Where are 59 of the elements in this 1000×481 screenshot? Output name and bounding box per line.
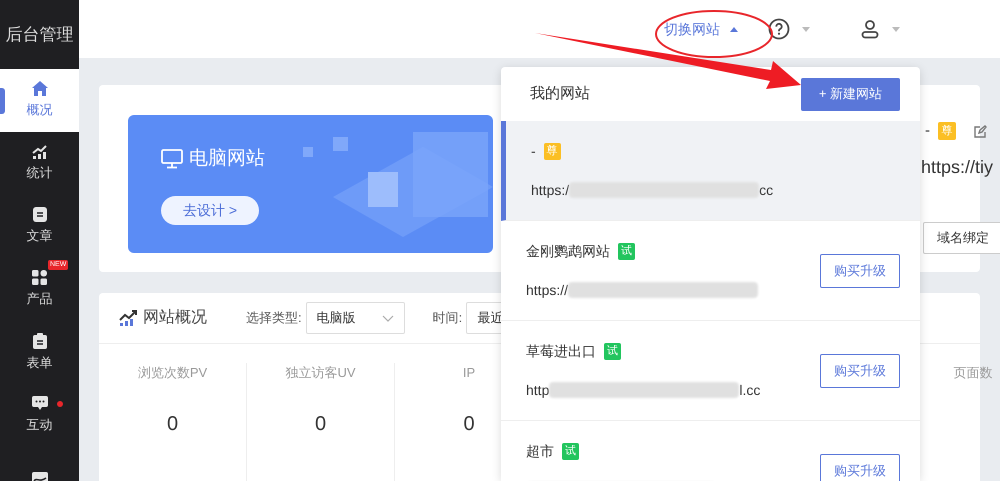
url-text: l.cc <box>739 380 760 400</box>
sidebar-item[interactable]: 统计 <box>0 132 79 195</box>
stat-label: 浏览次数PV <box>138 364 208 382</box>
caret-icon <box>892 26 900 32</box>
url-text: cc <box>759 180 774 200</box>
site-name: 金刚鹦鹉网站 <box>526 242 610 261</box>
stat-label: IP <box>462 364 476 382</box>
active-indicator <box>0 88 5 114</box>
grid-icon <box>32 270 47 286</box>
sidebar-item[interactable]: 互动 <box>0 384 79 447</box>
chart-icon <box>119 310 137 326</box>
site-item[interactable]: 金刚鹦鹉网站 试 https:// 购买升级 <box>501 221 920 321</box>
document-icon <box>32 207 46 222</box>
user-icon[interactable] <box>860 19 880 39</box>
chevron-down-icon <box>382 314 394 322</box>
site-name: - <box>925 121 930 141</box>
dropdown-title: 我的网站 <box>530 84 590 104</box>
type-label: 选择类型: <box>246 309 302 328</box>
stat-value: 0 <box>463 412 475 436</box>
section-title: 网站概况 <box>143 308 207 328</box>
site-item[interactable]: - 尊 https:/ cc <box>501 121 920 221</box>
time-label: 时间: <box>432 309 462 328</box>
home-icon <box>32 81 48 96</box>
sidebar-item[interactable]: 表单 <box>0 321 79 384</box>
stat-label: 独立访客UV <box>285 364 356 382</box>
upgrade-button[interactable]: 购买升级 <box>820 354 900 388</box>
site-url: https://tiy <box>921 156 994 179</box>
upgrade-button[interactable]: 购买升级 <box>820 454 900 481</box>
edit-icon[interactable] <box>974 124 987 138</box>
banner-title: 电脑网站 <box>189 147 265 171</box>
stat-value: 0 <box>314 412 326 436</box>
site-name: - <box>531 142 536 161</box>
site-item[interactable]: 草莓进出口 试 http l.cc 购买升级 <box>501 321 920 421</box>
monitor-icon <box>161 149 183 170</box>
site-name: 超市 <box>526 442 554 461</box>
design-button[interactable]: 去设计 > <box>161 196 259 224</box>
url-text: https:/ <box>531 180 570 200</box>
upgrade-button[interactable]: 购买升级 <box>820 254 900 288</box>
url-text: http <box>526 380 550 400</box>
trial-tag: 试 <box>604 343 621 360</box>
trial-tag: 试 <box>562 443 579 460</box>
type-select[interactable]: 电脑版 <box>306 302 405 334</box>
chat-icon <box>32 396 48 412</box>
clipboard-icon <box>32 332 46 349</box>
premium-tag: 尊 <box>544 143 561 160</box>
new-site-button[interactable]: + 新建网站 <box>801 78 900 110</box>
trial-tag: 试 <box>618 243 635 260</box>
domain-bind-button[interactable]: 域名绑定 <box>923 222 1000 254</box>
caret-icon <box>802 26 810 32</box>
chart-icon <box>32 144 48 160</box>
premium-tag: 尊 <box>938 122 956 140</box>
stat-label: 页面数 <box>954 364 992 382</box>
stat-value: 0 <box>166 412 178 436</box>
site-item[interactable]: 超市 试 购买升级 <box>501 421 920 481</box>
sidebar-item[interactable]: 文章 <box>0 195 79 258</box>
url-text: https:// <box>526 280 568 300</box>
help-icon[interactable] <box>768 18 790 40</box>
site-name: 草莓进出口 <box>526 342 596 361</box>
sidebar-item[interactable]: 概况 <box>0 69 79 132</box>
